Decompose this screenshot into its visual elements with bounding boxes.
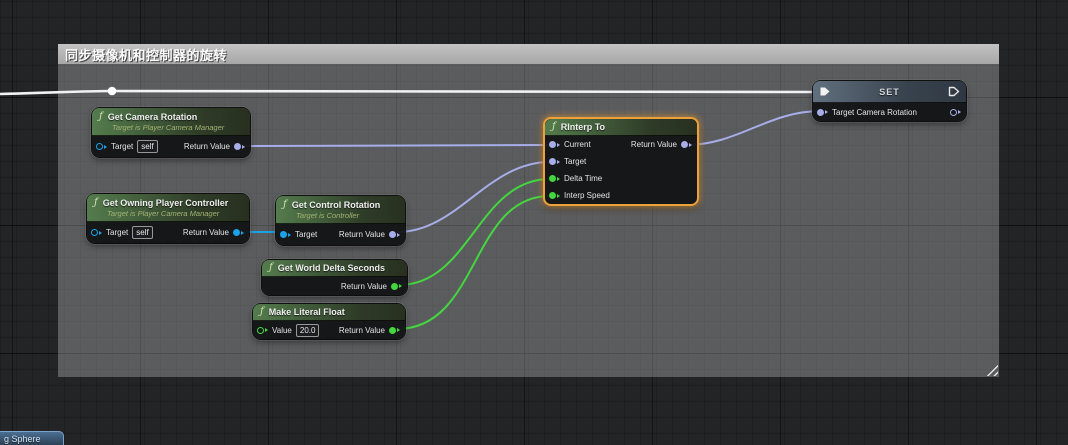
value-pin[interactable] [257,327,268,334]
node-header[interactable]: ƒ Get Control Rotation Target is Control… [276,196,405,224]
node-title: Make Literal Float [269,306,345,318]
interp-speed-pin[interactable] [549,192,560,199]
pin-label: Return Value [184,142,230,151]
return-value-pin[interactable] [391,283,402,290]
target-camera-rotation-in-pin[interactable] [817,109,828,116]
node-make-literal-float[interactable]: ƒ Make Literal Float Value 20.0 Return V… [253,304,405,339]
self-value-field[interactable]: self [132,226,152,239]
reroute-node[interactable] [108,87,117,96]
node-header[interactable]: SET [813,81,966,103]
wire-rinterp-to-set[interactable] [686,111,821,145]
node-get-owning-player-controller[interactable]: ƒ Get Owning Player Controller Target is… [87,194,249,243]
pin-label: Value [272,326,292,335]
function-icon: ƒ [260,306,264,318]
node-title: SET [813,87,966,97]
wire-camera-rotation-to-current[interactable] [242,145,550,146]
self-value-field[interactable]: self [137,140,157,153]
blueprint-graph-canvas[interactable]: 同步摄像机和控制器的旋转 ƒ Get Camera Rotation Targe… [0,0,1068,445]
node-title: RInterp To [561,121,605,133]
return-value-pin[interactable] [389,327,400,334]
node-get-world-delta-seconds[interactable]: ƒ Get World Delta Seconds Return Value [262,260,407,295]
return-value-pin[interactable] [389,231,400,238]
exec-out-pin[interactable] [948,86,960,97]
node-header[interactable]: ƒ Make Literal Float [253,304,405,321]
pin-label: Target [564,157,586,166]
pin-label: Target [295,230,317,239]
function-icon: ƒ [94,197,98,209]
pin-label: Return Value [341,282,387,291]
pin-label: Return Value [183,228,229,237]
target-camera-rotation-out-pin[interactable] [950,109,961,116]
exec-in-pin[interactable] [819,86,831,97]
function-icon: ƒ [99,111,103,123]
current-pin[interactable] [549,141,560,148]
wire-literal-float-to-interp-speed[interactable] [397,196,550,329]
return-value-pin[interactable] [233,229,244,236]
wire-exec[interactable] [0,91,819,94]
node-header[interactable]: ƒ Get World Delta Seconds [262,260,407,277]
target-pin[interactable] [96,143,107,150]
function-icon: ƒ [283,199,287,211]
target-pin[interactable] [280,231,291,238]
pin-label: Target [111,142,133,151]
pin-label: Return Value [339,326,385,335]
node-title: Get Camera Rotation [108,111,198,123]
return-value-pin[interactable] [681,141,692,148]
node-get-camera-rotation[interactable]: ƒ Get Camera Rotation Target is Player C… [92,108,250,157]
target-pin[interactable] [91,229,102,236]
target-pin[interactable] [549,158,560,165]
graph-tab[interactable]: g Sphere [0,431,64,445]
delta-time-pin[interactable] [549,175,560,182]
node-header[interactable]: ƒ Get Camera Rotation Target is Player C… [92,108,250,136]
node-subtitle: Target is Controller [296,211,398,221]
pin-label: Target [106,228,128,237]
pin-label: Target Camera Rotation [832,108,917,117]
float-value-field[interactable]: 20.0 [296,324,320,337]
node-title: Get World Delta Seconds [278,262,385,274]
pin-label: Interp Speed [564,191,610,200]
node-get-control-rotation[interactable]: ƒ Get Control Rotation Target is Control… [276,196,405,245]
node-set-target-camera-rotation[interactable]: SET Target Camera Rotation [813,81,966,121]
node-title: Get Control Rotation [292,199,381,211]
wire-control-rotation-to-target[interactable] [397,162,550,232]
node-subtitle: Target is Player Camera Manager [107,209,242,219]
node-rinterp-to[interactable]: ƒ RInterp To Current Return Value Target [543,117,699,206]
graph-tab-label: g Sphere [4,434,41,444]
return-value-pin[interactable] [234,143,245,150]
function-icon: ƒ [552,121,556,133]
function-icon: ƒ [269,262,273,274]
pin-label: Return Value [631,140,677,149]
node-header[interactable]: ƒ Get Owning Player Controller Target is… [87,194,249,222]
node-title: Get Owning Player Controller [103,197,229,209]
node-header[interactable]: ƒ RInterp To [545,119,697,136]
pin-label: Current [564,140,591,149]
pin-label: Return Value [339,230,385,239]
pin-label: Delta Time [564,174,602,183]
node-subtitle: Target is Player Camera Manager [112,123,243,133]
